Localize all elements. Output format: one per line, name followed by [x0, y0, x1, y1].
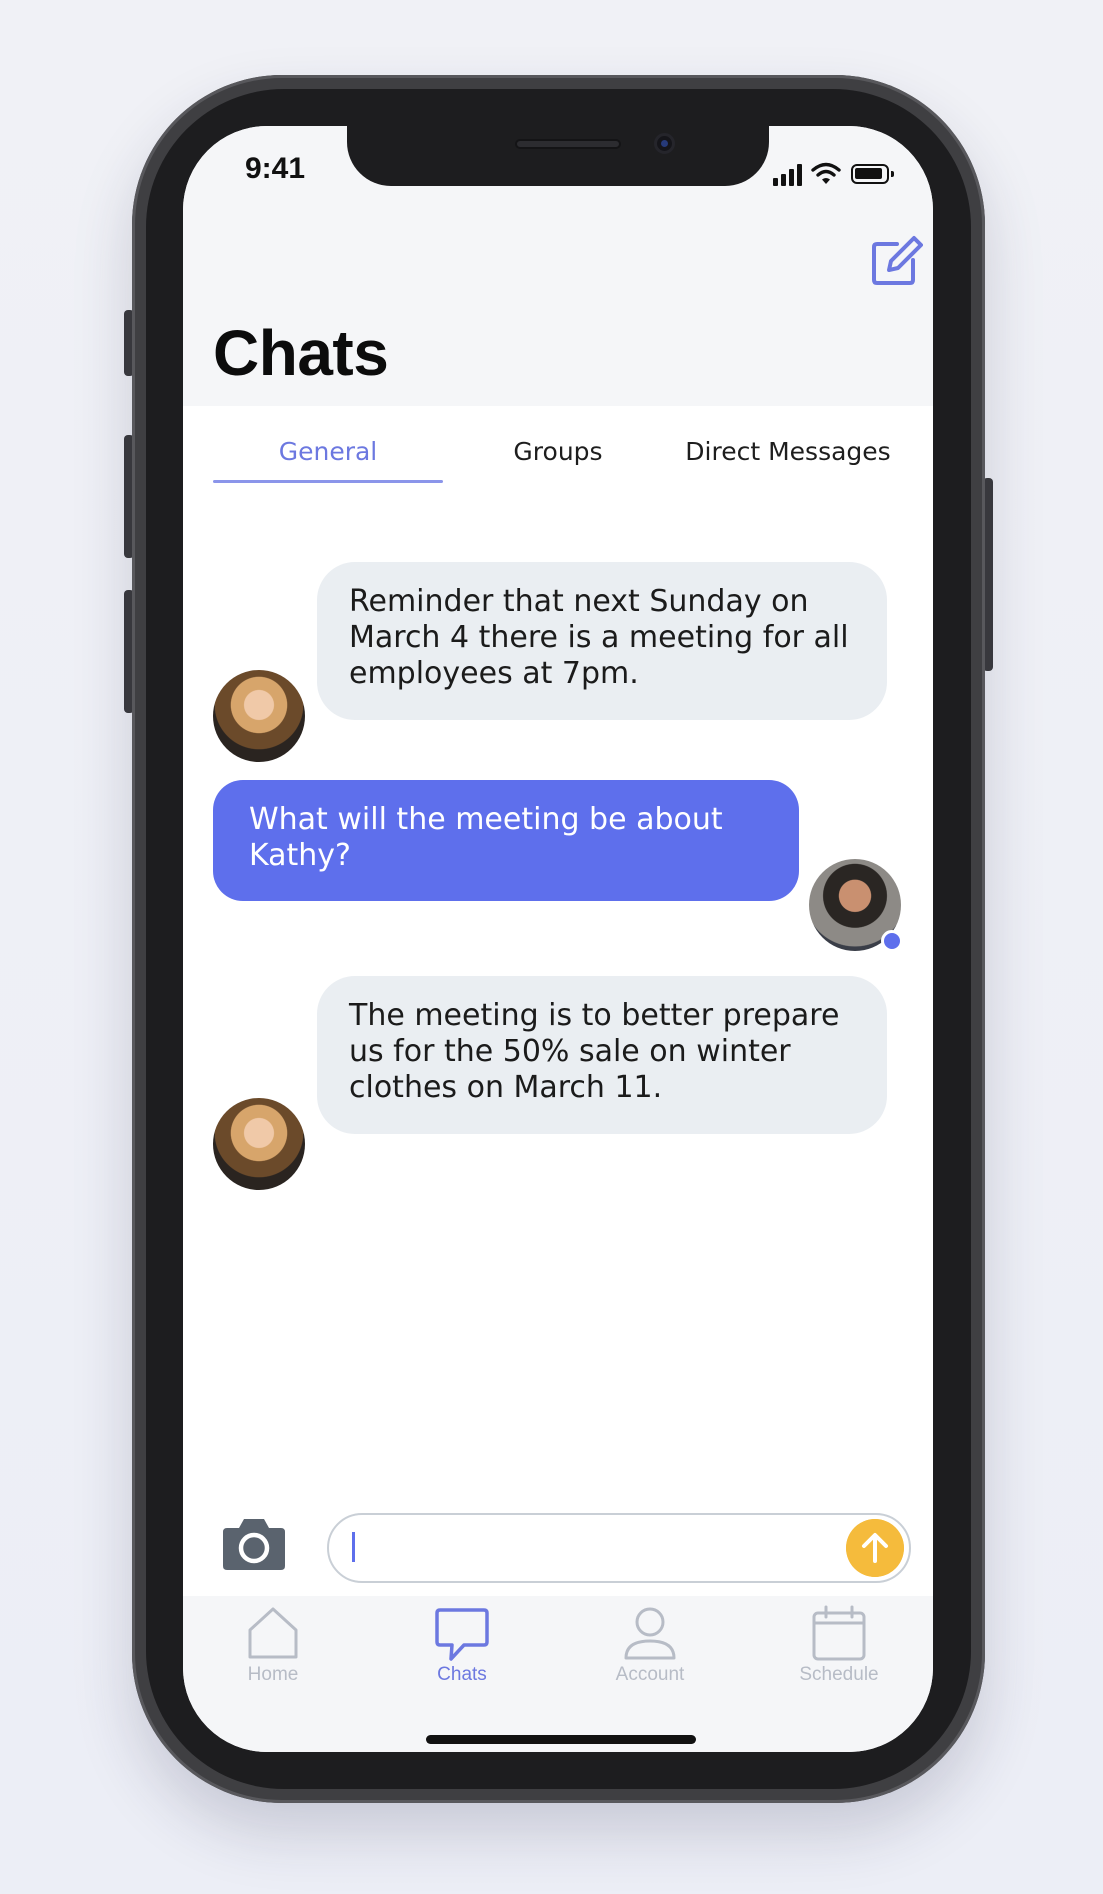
tab-direct-messages[interactable]: Direct Messages — [673, 437, 903, 466]
person-icon — [624, 1607, 676, 1660]
speaker-grille — [515, 139, 621, 149]
home-indicator[interactable] — [426, 1735, 696, 1744]
status-time: 9:41 — [245, 152, 306, 185]
calendar-icon — [812, 1605, 866, 1661]
active-tab-indicator — [213, 480, 443, 483]
nav-chats[interactable]: Chats — [402, 1604, 522, 1699]
message-incoming[interactable]: Reminder that next Sunday on March 4 the… — [317, 562, 887, 720]
message-outgoing[interactable]: What will the meeting be about Kathy? — [213, 780, 799, 901]
phone-screen: 9:41 Chats General Groups Direct Message… — [183, 126, 933, 1752]
nav-chats-label: Chats — [437, 1664, 487, 1685]
nav-home-label: Home — [247, 1664, 299, 1685]
nav-schedule[interactable]: Schedule — [779, 1604, 899, 1699]
send-button[interactable] — [846, 1519, 904, 1577]
nav-home[interactable]: Home — [213, 1604, 333, 1699]
nav-account-label: Account — [615, 1664, 685, 1685]
home-icon — [248, 1607, 298, 1659]
message-incoming[interactable]: The meeting is to better prepare us for … — [317, 976, 887, 1134]
chat-bubble-icon — [435, 1608, 489, 1661]
nav-schedule-label: Schedule — [799, 1664, 879, 1685]
notch — [347, 126, 769, 186]
nav-account[interactable]: Account — [590, 1604, 710, 1699]
message-input[interactable] — [327, 1513, 911, 1583]
bottom-navigation: Home Chats Account Schedule — [183, 1596, 933, 1752]
camera-icon[interactable] — [221, 1514, 287, 1572]
compose-icon[interactable] — [869, 234, 923, 288]
battery-icon — [851, 164, 894, 184]
wifi-icon — [811, 162, 841, 184]
avatar-kathy[interactable] — [213, 1098, 305, 1190]
page-title: Chats — [213, 317, 389, 389]
tab-general[interactable]: General — [213, 437, 443, 466]
online-status-dot — [881, 930, 903, 952]
status-icons — [773, 162, 894, 186]
front-camera — [654, 133, 675, 154]
tab-groups[interactable]: Groups — [443, 437, 673, 466]
tab-bar: General Groups Direct Messages — [183, 406, 933, 491]
avatar-kathy[interactable] — [213, 670, 305, 762]
text-cursor — [352, 1532, 355, 1562]
